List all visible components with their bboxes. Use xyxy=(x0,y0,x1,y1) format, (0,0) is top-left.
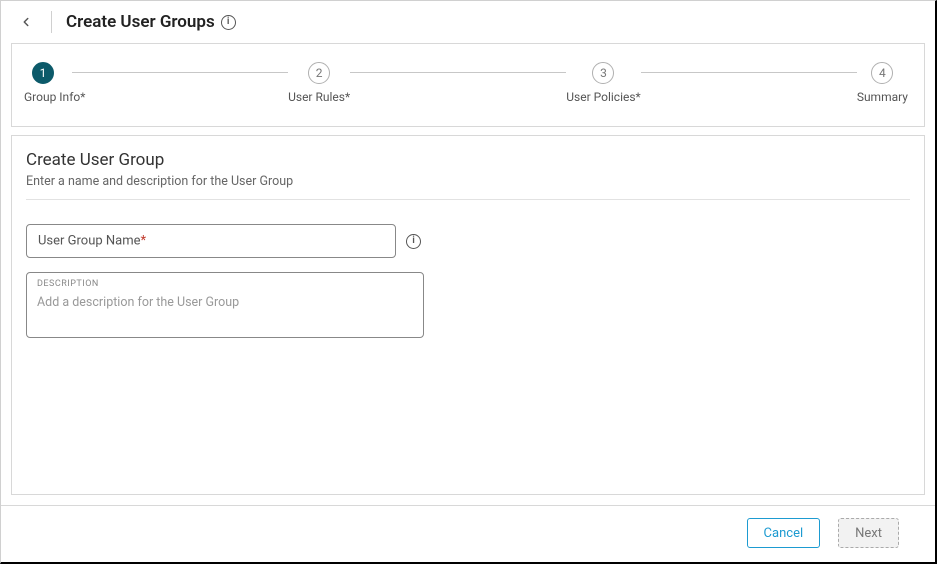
step-circle: 2 xyxy=(308,62,330,84)
form-title: Create User Group xyxy=(26,150,910,170)
step-user-policies[interactable]: 3 User Policies* xyxy=(566,62,640,104)
divider xyxy=(51,11,52,33)
user-group-name-input[interactable] xyxy=(26,224,396,258)
step-connector xyxy=(641,62,857,84)
name-field-row: User Group Name* i xyxy=(26,224,910,258)
divider xyxy=(26,199,910,200)
description-label: DESCRIPTION xyxy=(37,279,413,289)
page-title-text: Create User Groups xyxy=(66,12,215,32)
header: Create User Groups i xyxy=(1,1,935,43)
step-label: Summary xyxy=(857,90,908,104)
step-summary[interactable]: 4 Summary xyxy=(857,62,908,104)
step-label: User Policies* xyxy=(566,90,640,104)
next-button[interactable]: Next xyxy=(838,518,899,548)
description-field: DESCRIPTION xyxy=(26,272,424,338)
page-title: Create User Groups i xyxy=(66,12,236,32)
info-icon[interactable]: i xyxy=(406,234,421,249)
step-label: Group Info* xyxy=(24,90,85,104)
step-user-rules[interactable]: 2 User Rules* xyxy=(288,62,350,104)
stepper: 1 Group Info* 2 User Rules* 3 User Polic… xyxy=(28,62,908,104)
stepper-panel: 1 Group Info* 2 User Rules* 3 User Polic… xyxy=(11,43,925,127)
content: 1 Group Info* 2 User Rules* 3 User Polic… xyxy=(1,43,935,505)
step-circle: 3 xyxy=(592,62,614,84)
form-panel: Create User Group Enter a name and descr… xyxy=(11,135,925,495)
chevron-left-icon xyxy=(19,15,33,29)
step-connector xyxy=(72,62,288,84)
step-circle: 4 xyxy=(871,62,893,84)
name-input-wrap: User Group Name* xyxy=(26,224,396,258)
step-group-info[interactable]: 1 Group Info* xyxy=(32,62,72,104)
description-input[interactable] xyxy=(37,295,413,323)
form-subtitle: Enter a name and description for the Use… xyxy=(26,174,910,189)
step-circle: 1 xyxy=(32,62,54,84)
back-button[interactable] xyxy=(15,11,37,33)
info-icon[interactable]: i xyxy=(221,15,236,30)
footer: Cancel Next xyxy=(1,505,935,562)
step-connector xyxy=(350,62,566,84)
cancel-button[interactable]: Cancel xyxy=(747,518,821,548)
step-label: User Rules* xyxy=(288,90,350,104)
